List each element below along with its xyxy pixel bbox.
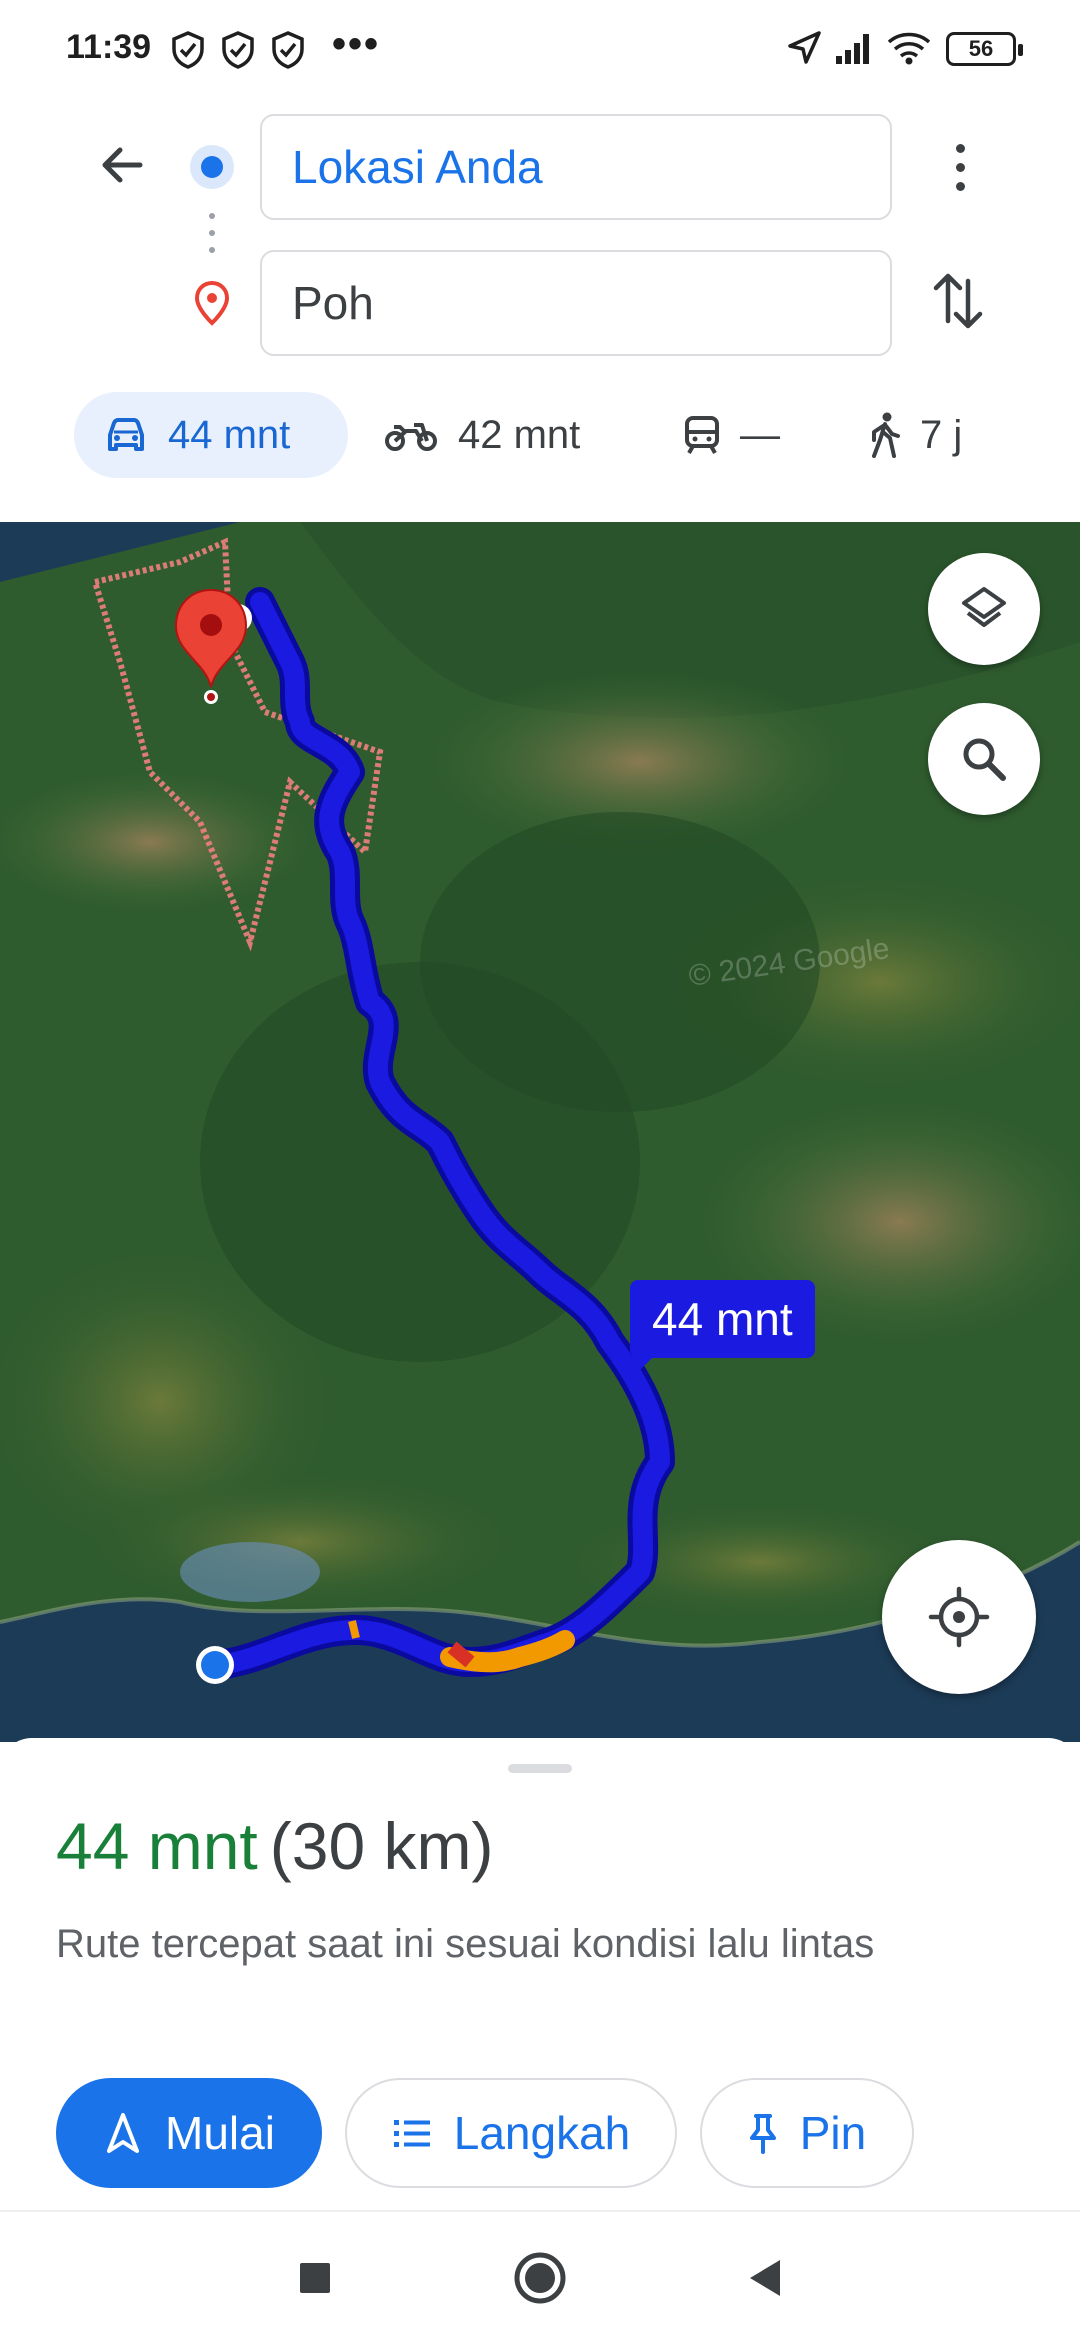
search-along-route-button[interactable] — [928, 703, 1040, 815]
status-time: 11:39 — [66, 28, 152, 66]
shield-icon — [222, 31, 254, 69]
battery-icon: 56 — [946, 32, 1023, 66]
triangle-back-icon — [750, 2260, 780, 2296]
steps-label: Langkah — [453, 2107, 631, 2159]
home-button[interactable] — [510, 2248, 570, 2308]
system-nav-bar — [0, 2210, 1080, 2340]
recents-button[interactable] — [285, 2248, 345, 2308]
layers-button[interactable] — [928, 553, 1040, 665]
mode-transit-tab[interactable]: — — [684, 392, 780, 478]
route-summary: 44 mnt (30 km) — [56, 1808, 493, 1884]
drag-handle[interactable] — [508, 1764, 572, 1773]
origin-field[interactable]: Lokasi Anda — [260, 114, 892, 220]
route-sheet: 44 mnt (30 km) Rute tercepat saat ini ses… — [0, 1738, 1080, 2210]
more-notifications-icon: ••• — [332, 22, 381, 66]
start-label: Mulai — [165, 2107, 275, 2159]
pin-button[interactable]: Pin — [700, 2078, 914, 2188]
origin-dot-icon — [190, 145, 234, 189]
circle-icon — [514, 2252, 566, 2304]
walk-icon — [872, 412, 900, 458]
arrow-back-icon — [102, 147, 143, 183]
mode-motorcycle-tab[interactable]: 42 mnt — [384, 392, 580, 478]
list-icon — [393, 2120, 430, 2147]
connector-dots — [209, 213, 215, 253]
more-options-button[interactable] — [942, 132, 978, 202]
destination-pin-icon — [194, 280, 230, 326]
mode-car-tab[interactable]: 44 mnt — [74, 392, 348, 478]
steps-button[interactable]: Langkah — [345, 2078, 677, 2188]
mode-transit-label: — — [740, 412, 780, 457]
mode-motorcycle-label: 42 mnt — [458, 412, 581, 457]
start-button[interactable]: Mulai — [56, 2078, 322, 2188]
shield-icon — [272, 31, 304, 69]
layers-icon — [962, 587, 1006, 627]
swap-directions-button[interactable] — [928, 266, 988, 336]
car-icon — [108, 418, 144, 451]
mode-walk-label: 7 j — [920, 412, 963, 457]
location-arrow-icon — [788, 31, 821, 64]
mode-car-label: 44 mnt — [168, 412, 291, 457]
route-time-label[interactable]: 44 mnt — [630, 1280, 815, 1380]
train-icon — [685, 416, 719, 454]
crosshair-icon — [928, 1586, 990, 1648]
status-bar: 11:39 ••• 56 — [0, 0, 1080, 100]
wifi-icon — [887, 32, 931, 65]
route-distance: (30 km) — [269, 1809, 494, 1883]
back-nav-button[interactable] — [735, 2248, 795, 2308]
square-icon — [300, 2263, 330, 2293]
pushpin-icon — [749, 2114, 776, 2154]
route-duration: 44 mnt — [56, 1809, 258, 1883]
back-button[interactable] — [86, 130, 156, 200]
destination-field[interactable]: Poh — [260, 250, 892, 356]
mode-walk-tab[interactable]: 7 j — [870, 392, 962, 478]
route-description: Rute tercepat saat ini sesuai kondisi la… — [56, 1922, 875, 1966]
motorcycle-icon — [385, 423, 437, 451]
search-icon — [963, 738, 1006, 781]
battery-level: 56 — [968, 36, 994, 61]
pin-label: Pin — [799, 2107, 867, 2159]
my-location-button[interactable] — [882, 1540, 1036, 1694]
navigation-arrow-icon — [107, 2113, 140, 2153]
signal-icon — [836, 34, 869, 64]
shield-icon — [172, 31, 204, 69]
